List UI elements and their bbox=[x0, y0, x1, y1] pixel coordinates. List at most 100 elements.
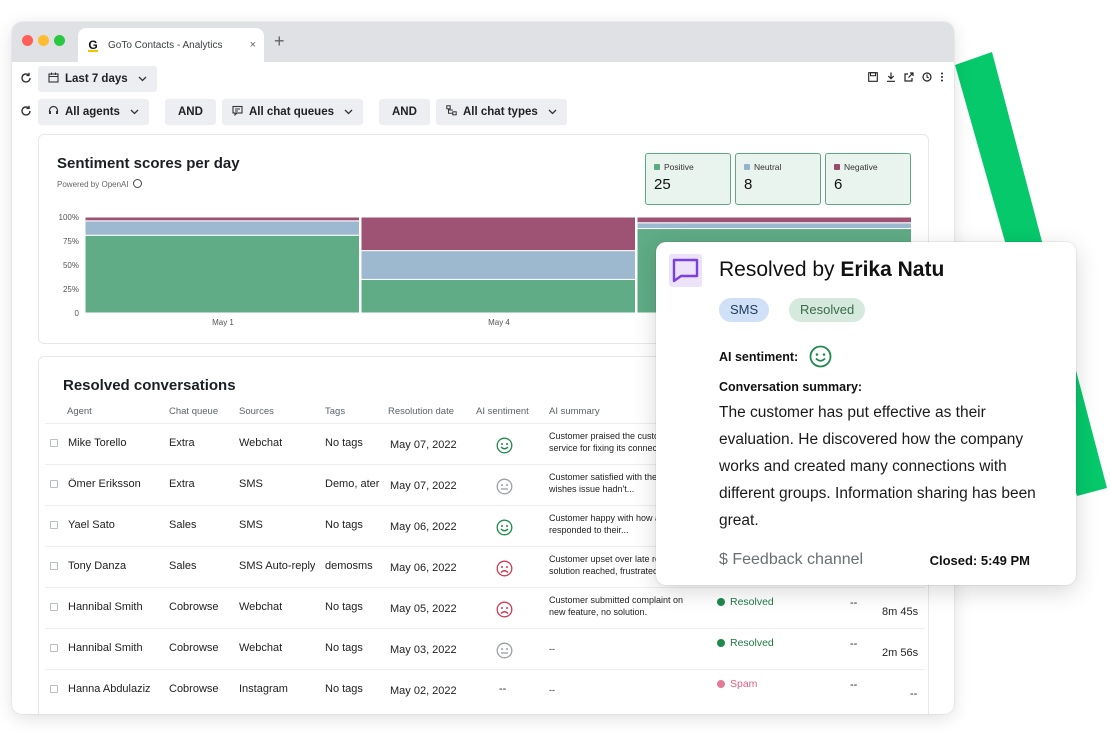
cell-chat-queue: Cobrowse bbox=[169, 642, 219, 654]
close-window-button[interactable] bbox=[22, 35, 33, 46]
chat-queues-filter-dropdown[interactable]: All chat queues bbox=[222, 99, 363, 125]
row-checkbox[interactable] bbox=[50, 603, 58, 611]
cell-source: Instagram bbox=[239, 683, 288, 695]
cell-agent[interactable]: Yael Sato bbox=[68, 519, 115, 531]
minimize-window-button[interactable] bbox=[38, 35, 49, 46]
chat-types-filter-dropdown[interactable]: All chat types bbox=[436, 99, 567, 125]
download-icon[interactable] bbox=[886, 72, 896, 85]
neutral-sentiment-icon bbox=[496, 642, 513, 659]
cell-ai-summary: Customer submitted complaint on new feat… bbox=[549, 595, 684, 617]
header-sources[interactable]: Sources bbox=[239, 406, 274, 417]
cell-resolution-date: May 05, 2022 bbox=[390, 603, 457, 615]
y-tick-label: 50% bbox=[63, 261, 79, 270]
cell-duration: -- bbox=[910, 688, 918, 700]
ai-sentiment-label: AI sentiment: bbox=[719, 350, 799, 364]
cell-tags: No tags bbox=[325, 642, 363, 654]
row-checkbox[interactable] bbox=[50, 644, 58, 652]
header-chat-queue[interactable]: Chat queue bbox=[169, 406, 218, 417]
status-label: Spam bbox=[730, 678, 758, 690]
and-operator-1[interactable]: AND bbox=[165, 99, 216, 125]
cell-chat-queue: Sales bbox=[169, 560, 197, 572]
more-options-icon[interactable] bbox=[940, 72, 944, 85]
negative-sentiment-icon bbox=[496, 560, 513, 577]
chevron-down-icon bbox=[130, 107, 139, 117]
cell-resolution-date: May 07, 2022 bbox=[390, 439, 457, 451]
cell-status: Resolved bbox=[717, 596, 774, 608]
share-icon[interactable] bbox=[904, 72, 914, 85]
save-icon[interactable] bbox=[868, 72, 878, 85]
status-dot bbox=[717, 680, 725, 688]
browser-tab[interactable]: G GoTo Contacts - Analytics × bbox=[78, 28, 264, 62]
cell-resolution-date: May 06, 2022 bbox=[390, 521, 457, 533]
powered-by-label: Powered by OpenAI bbox=[57, 179, 142, 189]
bar-negative bbox=[84, 216, 360, 222]
openai-icon bbox=[132, 179, 142, 188]
y-tick-label: 100% bbox=[59, 213, 79, 222]
cell-status: Resolved bbox=[717, 637, 774, 649]
cell-agent[interactable]: Tony Danza bbox=[68, 560, 126, 572]
calendar-icon bbox=[48, 72, 59, 86]
cell-tags: No tags bbox=[325, 683, 363, 695]
chat-types-filter-label: All chat types bbox=[463, 106, 538, 118]
maximize-window-button[interactable] bbox=[54, 35, 65, 46]
cell-resolution-date: May 07, 2022 bbox=[390, 480, 457, 492]
chart-title: Sentiment scores per day bbox=[57, 155, 240, 172]
cell-tags: No tags bbox=[325, 437, 363, 449]
new-tab-button[interactable]: + bbox=[274, 31, 285, 52]
y-tick-label: 25% bbox=[63, 285, 79, 294]
history-icon[interactable] bbox=[922, 72, 932, 85]
refresh-icon[interactable] bbox=[20, 72, 32, 87]
cell-chat-queue: Extra bbox=[169, 478, 195, 490]
header-agent[interactable]: Agent bbox=[67, 406, 92, 417]
header-tags[interactable]: Tags bbox=[325, 406, 345, 417]
date-range-dropdown[interactable]: Last 7 days bbox=[38, 66, 157, 92]
cell-agent[interactable]: Ömer Eriksson bbox=[68, 478, 141, 490]
cell-agent[interactable]: Hannibal Smith bbox=[68, 642, 143, 654]
row-checkbox[interactable] bbox=[50, 562, 58, 570]
row-checkbox[interactable] bbox=[50, 685, 58, 693]
table-row[interactable]: Hannibal Smith Cobrowse Webchat No tags May … bbox=[45, 587, 925, 628]
table-row[interactable]: Hanna Abdulaziz Cobrowse Instagram No tags M… bbox=[45, 669, 925, 710]
table-title: Resolved conversations bbox=[63, 377, 236, 394]
positive-smiley-icon bbox=[809, 345, 832, 368]
negative-sentiment-icon bbox=[496, 601, 513, 618]
negative-swatch bbox=[834, 164, 840, 170]
cell-agent[interactable]: Hanna Abdulaziz bbox=[68, 683, 151, 695]
cell-agent[interactable]: Mike Torello bbox=[68, 437, 127, 449]
x-tick-label: May 1 bbox=[212, 318, 234, 327]
cell-source: SMS bbox=[239, 478, 263, 490]
bar-neutral bbox=[84, 220, 360, 236]
bar-neutral bbox=[360, 250, 636, 280]
headset-icon bbox=[48, 105, 59, 119]
cell-wait-time: -- bbox=[850, 638, 858, 650]
row-checkbox[interactable] bbox=[50, 439, 58, 447]
message-icon bbox=[669, 254, 702, 287]
table-row[interactable]: Hannibal Smith Cobrowse Webchat No tags May … bbox=[45, 628, 925, 669]
row-checkbox[interactable] bbox=[50, 521, 58, 529]
conversation-detail-card: Resolved by Erika Natu SMS Resolved AI s… bbox=[656, 242, 1076, 585]
tab-close-icon[interactable]: × bbox=[250, 39, 256, 51]
and-operator-2[interactable]: AND bbox=[379, 99, 430, 125]
header-ai-summary[interactable]: AI summary bbox=[549, 406, 600, 417]
status-label: Resolved bbox=[730, 596, 774, 608]
cell-ai-sentiment-empty: -- bbox=[499, 683, 507, 695]
card-title: Resolved by Erika Natu bbox=[719, 258, 945, 281]
cell-duration: 2m 56s bbox=[882, 647, 919, 659]
cell-agent[interactable]: Hannibal Smith bbox=[68, 601, 143, 613]
closed-time: Closed: 5:49 PM bbox=[929, 553, 1030, 568]
reset-filters-icon[interactable] bbox=[20, 105, 32, 120]
report-toolbar bbox=[868, 72, 944, 85]
neutral-stat-label: Neutral bbox=[754, 162, 782, 172]
feedback-channel: $ Feedback channel bbox=[719, 551, 864, 568]
cell-resolution-date: May 02, 2022 bbox=[390, 685, 457, 697]
bar-neutral bbox=[636, 222, 912, 230]
agents-filter-dropdown[interactable]: All agents bbox=[38, 99, 149, 125]
tab-bar: G GoTo Contacts - Analytics × + bbox=[12, 22, 954, 62]
header-ai-sentiment[interactable]: AI sentiment bbox=[476, 406, 529, 417]
x-tick-label: May 4 bbox=[488, 318, 510, 327]
cell-chat-queue: Cobrowse bbox=[169, 683, 219, 695]
row-checkbox[interactable] bbox=[50, 480, 58, 488]
header-resolution-date[interactable]: Resolution date bbox=[388, 406, 454, 417]
cell-tags: Demo, ater bbox=[325, 478, 380, 490]
bar-negative bbox=[636, 216, 912, 224]
